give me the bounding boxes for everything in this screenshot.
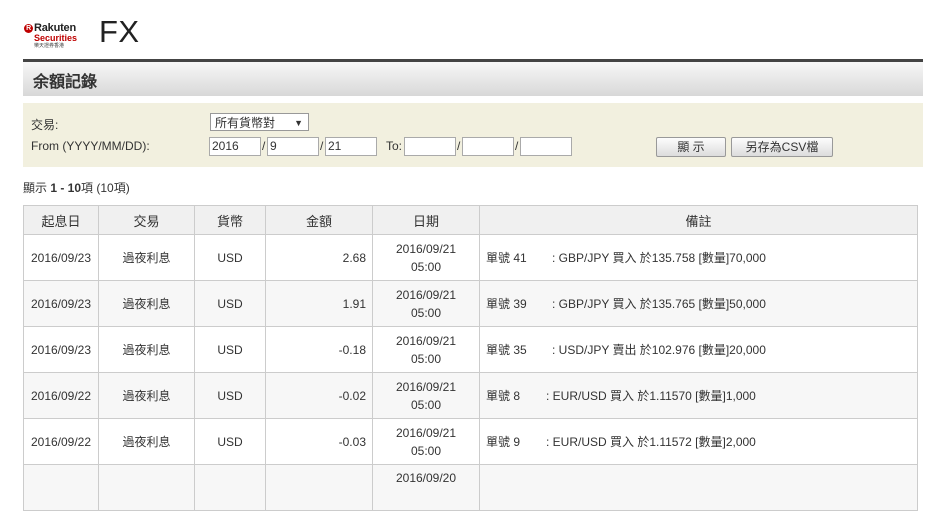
to-day-input[interactable] xyxy=(520,137,572,156)
header: R Rakuten Securities 樂天證券香港 FX xyxy=(0,0,947,58)
trade-type-cell: 過夜利息 xyxy=(98,280,195,327)
to-year-input[interactable] xyxy=(404,137,456,156)
date-cell: 2016/09/21 05:00 xyxy=(372,372,480,419)
trade-type-cell xyxy=(98,464,195,511)
date-separator: / xyxy=(262,139,266,153)
currency-cell: USD xyxy=(194,418,266,465)
amount-cell: 2.68 xyxy=(265,234,373,281)
memo-cell: 單號 35: USD/JPY 賣出 於102.976 [數量]20,000 xyxy=(479,326,918,373)
header-amount[interactable]: 金額 xyxy=(265,205,373,235)
date-separator: / xyxy=(515,139,519,153)
table-row: 2016/09/22 過夜利息 USD -0.03 2016/09/21 05:0… xyxy=(23,418,918,465)
header-trade[interactable]: 交易 xyxy=(98,205,195,235)
save-csv-button[interactable]: 另存為CSV檔 xyxy=(731,137,833,157)
product-title: FX xyxy=(99,14,140,49)
header-memo[interactable]: 備註 xyxy=(479,205,918,235)
header-value-date[interactable]: 起息日 xyxy=(23,205,99,235)
trade-type-cell: 過夜利息 xyxy=(98,326,195,373)
amount-cell xyxy=(265,464,373,511)
result-count: 顯示 1 - 10項 (10項) xyxy=(23,181,130,195)
table-row: 2016/09/23 過夜利息 USD 1.91 2016/09/21 05:00… xyxy=(23,280,918,327)
table-row: 2016/09/23 過夜利息 USD -0.18 2016/09/21 05:0… xyxy=(23,326,918,373)
rakuten-securities-logo[interactable]: R Rakuten Securities 樂天證券香港 xyxy=(24,22,86,49)
currency-cell: USD xyxy=(194,280,266,327)
rakuten-r-icon: R xyxy=(24,24,33,33)
date-cell: 2016/09/21 05:00 xyxy=(372,234,480,281)
header-currency[interactable]: 貨幣 xyxy=(194,205,266,235)
value-date-cell: 2016/09/23 xyxy=(23,326,99,373)
table-row: 2016/09/22 過夜利息 USD -0.02 2016/09/21 05:0… xyxy=(23,372,918,419)
filter-panel: 交易: 所有貨幣對 ▼ From (YYYY/MM/DD): 2016 / 9 /… xyxy=(23,103,923,167)
date-cell: 2016/09/21 05:00 xyxy=(372,326,480,373)
dropdown-arrow-icon: ▼ xyxy=(294,118,303,128)
table-row: 2016/09/23 過夜利息 USD 2.68 2016/09/21 05:00… xyxy=(23,234,918,281)
amount-cell: 1.91 xyxy=(265,280,373,327)
value-date-cell: 2016/09/23 xyxy=(23,234,99,281)
trade-label: 交易: xyxy=(31,118,59,132)
memo-cell: 單號 41: GBP/JPY 買入 於135.758 [數量]70,000 xyxy=(479,234,918,281)
header-date[interactable]: 日期 xyxy=(372,205,480,235)
show-button[interactable]: 顯 示 xyxy=(656,137,726,157)
balance-table: 起息日 交易 貨幣 金額 日期 備註 2016/09/23 過夜利息 USD 2… xyxy=(23,205,918,511)
page-title: 余額記錄 xyxy=(33,74,98,91)
to-month-input[interactable] xyxy=(462,137,514,156)
currency-pair-select[interactable]: 所有貨幣對 ▼ xyxy=(210,113,309,131)
currency-cell: USD xyxy=(194,372,266,419)
from-day-input[interactable]: 21 xyxy=(325,137,377,156)
date-cell: 2016/09/21 05:00 xyxy=(372,280,480,327)
memo-cell: 單號 39: GBP/JPY 買入 於135.765 [數量]50,000 xyxy=(479,280,918,327)
trade-type-cell: 過夜利息 xyxy=(98,418,195,465)
amount-cell: -0.18 xyxy=(265,326,373,373)
date-cell: 2016/09/20 xyxy=(372,464,480,511)
currency-cell xyxy=(194,464,266,511)
amount-cell: -0.02 xyxy=(265,372,373,419)
to-label: To: xyxy=(386,139,403,153)
from-year-input[interactable]: 2016 xyxy=(209,137,261,156)
value-date-cell xyxy=(23,464,99,511)
currency-cell: USD xyxy=(194,234,266,281)
from-label: From (YYYY/MM/DD): xyxy=(31,139,150,153)
currency-cell: USD xyxy=(194,326,266,373)
trade-type-cell: 過夜利息 xyxy=(98,234,195,281)
from-month-input[interactable]: 9 xyxy=(267,137,319,156)
value-date-cell: 2016/09/23 xyxy=(23,280,99,327)
page-title-bar: 余額記錄 xyxy=(23,59,923,96)
memo-cell: 單號 9: EUR/USD 買入 於1.11572 [數量]2,000 xyxy=(479,418,918,465)
table-row: 2016/09/20 xyxy=(23,464,918,511)
table-header-row: 起息日 交易 貨幣 金額 日期 備註 xyxy=(23,205,918,235)
date-cell: 2016/09/21 05:00 xyxy=(372,418,480,465)
date-separator: / xyxy=(320,139,324,153)
value-date-cell: 2016/09/22 xyxy=(23,372,99,419)
trade-type-cell: 過夜利息 xyxy=(98,372,195,419)
amount-cell: -0.03 xyxy=(265,418,373,465)
date-separator: / xyxy=(457,139,461,153)
memo-cell: 單號 8: EUR/USD 買入 於1.11570 [數量]1,000 xyxy=(479,372,918,419)
value-date-cell: 2016/09/22 xyxy=(23,418,99,465)
memo-cell xyxy=(479,464,918,511)
